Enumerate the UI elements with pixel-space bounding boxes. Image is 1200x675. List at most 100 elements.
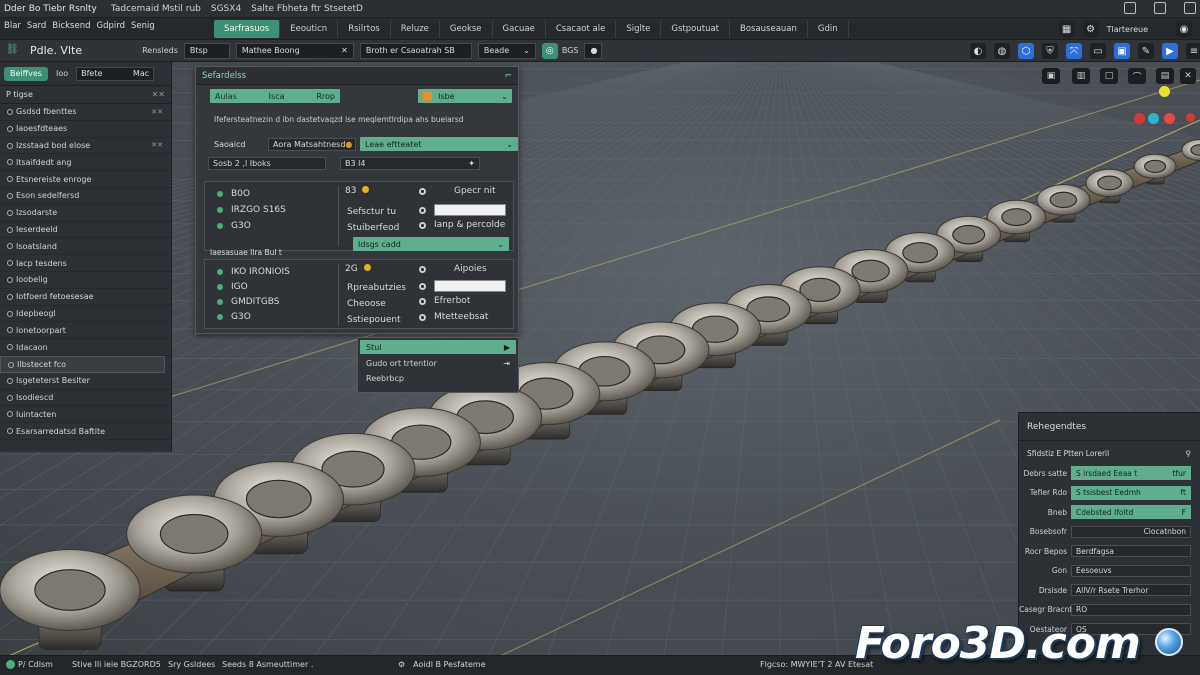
group-2-right-field[interactable] [419,280,506,292]
white-input[interactable] [434,204,506,216]
axis-neg-icon[interactable] [1186,113,1195,122]
group-2-item-3[interactable]: G3O [209,309,338,324]
maximize-icon[interactable] [1154,2,1166,14]
outliner-item[interactable]: Ilbstecet fco [0,355,165,373]
visibility-icon[interactable] [7,411,13,418]
visibility-icon[interactable] [7,176,13,183]
menu-item-1[interactable]: Tadcemaid Mstil rub [111,4,201,14]
aulas-button[interactable]: Aulas Isca Rrop [210,89,340,103]
group-1-right-top[interactable]: Gpecr nit [419,186,511,196]
submenu-blar[interactable]: Blar [4,21,21,31]
mode-select[interactable]: Beade ⌄ [477,42,536,59]
orange-select[interactable]: Isbe ⌄ [418,89,512,103]
white-input[interactable] [434,280,506,292]
outliner-item[interactable]: Idacaon [0,339,171,356]
group-2-right-mid[interactable]: Efrerbot [419,296,470,306]
tab-5[interactable]: Gacuae [493,19,546,38]
tab-0[interactable]: Sarfrasuos [214,19,281,38]
expand-icon[interactable]: ✕ [1180,68,1196,84]
tools-icon[interactable]: ✎ [1138,43,1154,59]
group-1-item-0[interactable]: B0O [209,186,338,202]
visibility-icon[interactable] [7,209,13,216]
tab-10[interactable]: Gdin [808,19,849,38]
layers-icon[interactable]: ≡ [1186,43,1200,59]
outliner-item[interactable]: Idepbeogl [0,306,171,323]
pivot-icon[interactable]: ● [584,42,603,59]
tab-2[interactable]: Rsilrtos [338,19,391,38]
outliner-item[interactable]: Itsaifdedt ang [0,154,171,172]
group-1-item-1[interactable]: IRZGO S16S [209,202,338,218]
outliner-item[interactable]: Ioobelig [0,272,171,289]
outliner-item[interactable]: Etsnereiste enroge [0,171,171,188]
chat-icon[interactable]: ▭ [1090,43,1106,59]
adjust-icon[interactable]: ✦ [468,159,475,168]
visibility-icon[interactable] [7,344,13,351]
outliner-item[interactable]: Ionetoorpart [0,322,171,340]
property-value[interactable]: AllV/r Rsete Trerhor [1071,584,1191,596]
visibility-icon[interactable] [7,428,13,435]
outliner-item[interactable]: Izsstaad bod elose ✕✕ [0,138,171,155]
group-1-right-field[interactable] [419,204,506,216]
submenu-bicksend[interactable]: Bicksend [52,21,90,31]
outliner-item[interactable]: Isgeteterst Beslter [0,373,171,390]
minimize-icon[interactable] [1124,2,1136,14]
cube-icon[interactable]: ▣ [1114,43,1130,59]
axis-x-icon[interactable] [1134,113,1145,124]
clear-icon[interactable]: ✕ [341,46,348,55]
item-options-icon[interactable]: ✕✕ [151,141,163,149]
visibility-icon[interactable] [7,293,13,300]
outliner-item[interactable]: Isodiescd [0,390,171,407]
outliner-item[interactable]: Iotfoerd fetoesesae [0,289,171,306]
property-value[interactable]: S tsisbest Eedmh ft [1071,485,1191,500]
browse-input[interactable]: Broth er Csaoatrah SB [359,42,472,59]
outliner-item[interactable]: Iuintacten [0,406,171,424]
search-field[interactable]: Aora Matsahtnesd ● [268,137,356,151]
sub-value-field[interactable]: B3 l4 ✦ [340,157,480,170]
snap-input[interactable]: Btsp [183,42,230,59]
tab-1[interactable]: Eeouticn [280,19,339,38]
visibility-icon[interactable] [7,260,13,267]
menu-item-2[interactable]: SGSX4 [211,4,241,14]
group-2-right-bottom[interactable]: Mtetteebsat [419,312,488,322]
item-options-icon[interactable]: ✕✕ [151,108,163,116]
collapse-icon[interactable]: ✕✕ [152,90,165,99]
visibility-icon[interactable] [7,226,13,233]
close-icon[interactable] [1184,2,1196,14]
outliner-item[interactable]: Eson sedelfersd [0,188,171,205]
visibility-icon[interactable] [7,327,13,334]
camera-icon[interactable]: ▣ [1042,68,1060,84]
axis-z-icon[interactable] [1164,113,1175,124]
submenu-senig[interactable]: Senig [131,21,155,31]
material-input[interactable]: Mathee Boong ✕ [235,42,354,59]
render-icon[interactable]: ▤ [1156,68,1174,84]
outliner-item[interactable]: Izsodarste [0,205,171,222]
node-icon[interactable]: ⬡ [1018,43,1034,59]
dialog-close-icon[interactable]: ⌐ [505,71,512,81]
layout-icon[interactable]: ▦ [1058,21,1075,37]
outliner-item[interactable]: Iacp tesdens [0,255,171,272]
outliner-item[interactable]: Ieserdeeld [0,222,171,239]
tab-9[interactable]: Bosauseauan [730,19,808,38]
visibility-icon[interactable] [7,109,13,115]
visibility-icon[interactable] [7,377,13,384]
tab-3[interactable]: Reluze [391,19,440,38]
property-value[interactable]: Eesoeuvs [1071,564,1191,577]
group-1-right-desc[interactable]: Ianp & percolde [419,220,505,230]
search-dropdown[interactable]: Leae eftteatet ⌄ [360,137,518,151]
sub-field[interactable]: Sosb 2 ,l Iboks [208,157,326,170]
visibility-icon[interactable] [7,142,13,149]
outliner-item[interactable]: Iaoesfdteaes [0,121,171,138]
dropdown-selected[interactable]: Stul ▶ [360,340,516,354]
grid-toggle-icon[interactable]: ▥ [1072,68,1090,84]
group-2-right-top[interactable]: Aipoies [419,264,511,274]
sphere-icon[interactable]: ◐ [970,43,986,59]
user-icon[interactable]: ◉ [1176,21,1192,37]
visibility-icon[interactable] [7,310,13,317]
visibility-icon[interactable] [7,192,13,199]
dropdown-option-0[interactable]: Gudo ort trtentior ⇥ [358,356,518,371]
group-1-item-2[interactable]: G3O [209,218,338,234]
group-2-item-0[interactable]: IKO IRONIOIS [209,264,338,279]
settings-icon[interactable]: ⚙ [1082,21,1099,37]
property-value[interactable]: Cdebsted Ifoltd F [1071,505,1191,519]
outliner-item[interactable]: Esarsarredatsd Baftite [0,423,171,440]
